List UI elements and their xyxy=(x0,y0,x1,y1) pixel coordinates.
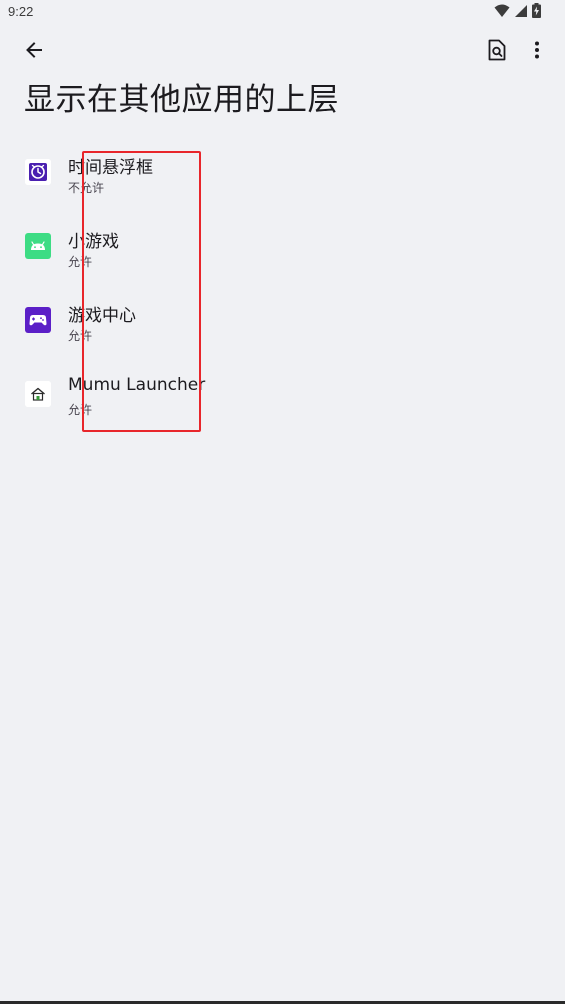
gamepad-app-icon xyxy=(25,307,51,333)
list-item-app-0[interactable]: 时间悬浮框 不允许 xyxy=(0,135,565,209)
status-bar: 9:22 xyxy=(0,0,565,24)
more-vertical-icon xyxy=(534,41,540,63)
status-time: 9:22 xyxy=(8,4,34,19)
android-app-icon xyxy=(25,233,51,259)
list-item-app-3[interactable]: Mumu Launcher 允许 xyxy=(0,357,565,431)
toolbar xyxy=(0,28,565,76)
app-permission-status: 允许 xyxy=(68,329,93,343)
app-name: 游戏中心 xyxy=(68,306,136,326)
app-list: 时间悬浮框 不允许 小游戏 允许 游戏中心 允许 Mumu Launcher 允… xyxy=(0,135,565,431)
list-item-app-2[interactable]: 游戏中心 允许 xyxy=(0,283,565,357)
app-name: 时间悬浮框 xyxy=(68,158,153,178)
app-name: 小游戏 xyxy=(68,232,119,252)
home-launcher-icon xyxy=(25,381,51,407)
battery-charging-icon xyxy=(532,2,541,22)
arrow-left-icon xyxy=(24,40,44,64)
list-item-app-1[interactable]: 小游戏 允许 xyxy=(0,209,565,283)
wifi-icon xyxy=(494,3,510,22)
search-settings-button[interactable] xyxy=(477,32,517,72)
back-button[interactable] xyxy=(14,32,54,72)
clock-app-icon xyxy=(25,159,51,185)
app-permission-status: 允许 xyxy=(68,255,93,269)
status-icons xyxy=(494,2,541,22)
search-page-icon xyxy=(487,39,507,65)
more-options-button[interactable] xyxy=(517,32,557,72)
app-permission-status: 允许 xyxy=(68,403,93,417)
page-title: 显示在其他应用的上层 xyxy=(24,82,339,118)
app-name: Mumu Launcher xyxy=(68,375,206,395)
app-permission-status: 不允许 xyxy=(68,181,105,195)
signal-icon xyxy=(514,3,528,22)
